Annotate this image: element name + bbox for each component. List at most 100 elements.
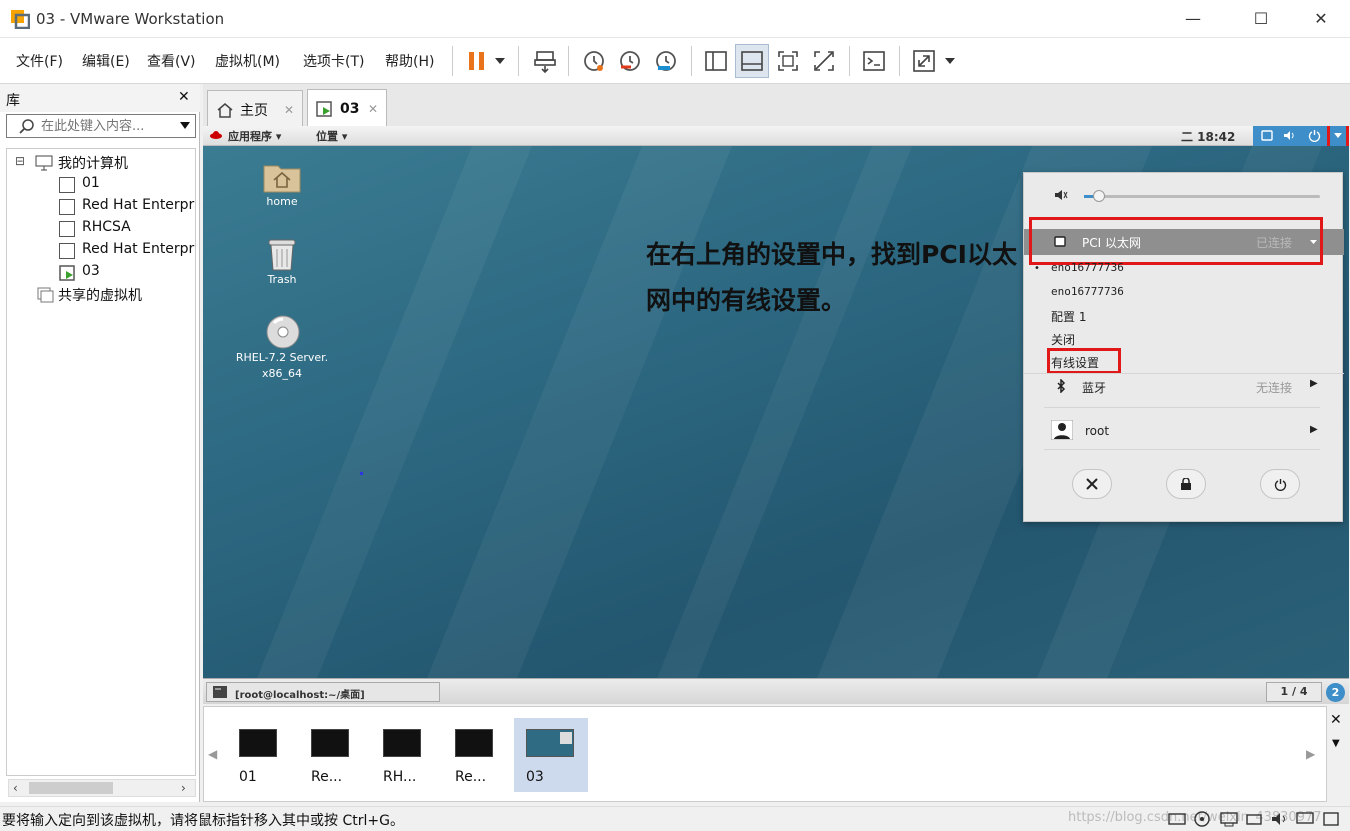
thumbnail-redhat-1[interactable]: Re...: [309, 727, 381, 797]
tree-shared-vms[interactable]: 共享的虚拟机: [58, 285, 142, 305]
thumbnail-label: RH...: [383, 769, 417, 785]
menu-help[interactable]: 帮助(H): [385, 51, 434, 71]
usb-icon[interactable]: [1245, 811, 1263, 827]
shared-vms-icon: [37, 287, 54, 303]
vm-screen[interactable]: 应用程序 ▾ 位置 ▾ 二 18:42 home Trash RHEL-7.2 …: [203, 126, 1349, 704]
tab-home[interactable]: 主页 ✕: [207, 90, 303, 128]
tree-vm-03[interactable]: 03: [82, 263, 100, 279]
desktop-icon-home[interactable]: home: [222, 160, 342, 210]
menu-edit[interactable]: 编辑(E): [82, 51, 130, 71]
mouse-dot: [360, 472, 363, 475]
scrollbar-thumb[interactable]: [29, 782, 113, 794]
tab-03[interactable]: 03 ✕: [307, 89, 387, 128]
folder-home-icon: [263, 165, 301, 193]
thumbnail-preview: [526, 729, 574, 757]
workspace-indicator[interactable]: 1 / 4: [1266, 682, 1322, 702]
tab-home-label: 主页: [240, 102, 268, 119]
desktop-icon-dvd[interactable]: RHEL-7.2 Server. x86_64: [222, 314, 342, 382]
thumb-scroll-right-icon[interactable]: ▶: [1306, 747, 1315, 761]
tree-my-computer[interactable]: 我的计算机: [58, 153, 128, 173]
suspend-button[interactable]: [460, 44, 494, 78]
library-search[interactable]: [6, 114, 196, 138]
stretch-guest-button[interactable]: [907, 44, 941, 78]
snapshot-manager-button[interactable]: [649, 44, 683, 78]
notification-badge[interactable]: 2: [1326, 683, 1345, 702]
power-off-button[interactable]: [1260, 469, 1300, 499]
settings-tools-icon: [1086, 478, 1098, 490]
search-dropdown-icon[interactable]: [180, 122, 190, 129]
interface-item-1[interactable]: eno16777736: [1051, 261, 1124, 274]
revert-snapshot-button[interactable]: [613, 44, 647, 78]
desktop-icon-label: home: [266, 195, 298, 208]
full-screen-button[interactable]: [771, 44, 805, 78]
menu-tabs[interactable]: 选项卡(T): [303, 51, 364, 71]
scroll-right-icon[interactable]: ›: [181, 781, 186, 795]
applications-menu[interactable]: 应用程序 ▾: [228, 128, 281, 144]
power-dropdown[interactable]: [490, 44, 510, 78]
library-search-input[interactable]: [41, 116, 171, 136]
library-title: 库: [6, 93, 20, 109]
sidebar-layout-icon: [705, 51, 727, 71]
menu-file[interactable]: 文件(F): [16, 51, 63, 71]
thumb-scroll-left-icon[interactable]: ◀: [208, 747, 217, 761]
tab-home-close[interactable]: ✕: [284, 103, 294, 117]
pause-icon: [469, 52, 484, 70]
settings-button[interactable]: [1072, 469, 1112, 499]
cd-drive-icon[interactable]: [1194, 811, 1210, 827]
status-menu-button[interactable]: [1253, 126, 1349, 150]
volume-slider-handle[interactable]: [1093, 190, 1105, 202]
fullscreen-status-icon[interactable]: [1322, 811, 1340, 827]
thumbnail-bar-close-icon[interactable]: ✕: [1330, 712, 1342, 728]
guest-desktop[interactable]: home Trash RHEL-7.2 Server. x86_64 在右上角的…: [203, 146, 1349, 686]
minimize-button[interactable]: —: [1170, 0, 1216, 38]
lock-button[interactable]: [1166, 469, 1206, 499]
maximize-button[interactable]: ☐: [1238, 0, 1284, 38]
gnome-clock[interactable]: 二 18:42: [1181, 128, 1235, 145]
tree-vm-rhcsa[interactable]: RHCSA: [82, 219, 131, 235]
places-menu[interactable]: 位置 ▾: [316, 128, 347, 144]
thumbnail-preview-menu: [560, 732, 572, 744]
wired-settings-highlight-box: [1047, 348, 1121, 374]
desktop-icon-label: RHEL-7.2 Server.: [235, 351, 329, 364]
snapshot-button[interactable]: [577, 44, 611, 78]
close-button[interactable]: ✕: [1298, 0, 1344, 38]
desktop-icon-trash[interactable]: Trash: [222, 236, 342, 288]
taskbar-terminal-item[interactable]: [root@localhost:~/桌面]: [206, 682, 440, 702]
network-adapter-icon[interactable]: [1220, 811, 1238, 827]
unity-mode-button[interactable]: [807, 44, 841, 78]
user-menu-item[interactable]: root: [1085, 424, 1109, 438]
display-icon[interactable]: [1296, 811, 1314, 827]
tree-vm-redhat-2[interactable]: Red Hat Enterpr: [82, 241, 194, 257]
library-horizontal-scrollbar[interactable]: ‹ ›: [8, 779, 196, 797]
hard-disk-icon[interactable]: [1168, 811, 1186, 827]
caret-down-icon: [1334, 133, 1342, 138]
show-library-button[interactable]: [699, 44, 733, 78]
sound-icon[interactable]: [1270, 811, 1288, 827]
stretch-dropdown[interactable]: [940, 44, 960, 78]
vm-icon: [59, 221, 75, 237]
thumbnail-bar-menu-icon[interactable]: ▼: [1332, 738, 1340, 749]
thumbnail-rhcsa[interactable]: RH...: [381, 727, 453, 797]
send-ctrl-alt-del-button[interactable]: [528, 44, 562, 78]
menu-view[interactable]: 查看(V): [147, 51, 196, 71]
toolbar-separator: [899, 46, 900, 76]
library-close-button[interactable]: ✕: [178, 89, 190, 105]
tree-expander[interactable]: ⊟: [15, 154, 25, 168]
interface-item-2[interactable]: eno16777736: [1051, 285, 1124, 298]
bluetooth-label[interactable]: 蓝牙: [1082, 379, 1106, 396]
thumbnail-preview: [455, 729, 493, 757]
thumbnail-03-selected[interactable]: 03: [514, 718, 588, 792]
volume-slider[interactable]: [1084, 190, 1320, 202]
tab-03-close[interactable]: ✕: [368, 102, 378, 116]
redhat-logo-icon: [210, 131, 222, 139]
tab-03-label: 03: [340, 101, 360, 117]
show-thumbnail-bar-button[interactable]: [735, 44, 769, 78]
menu-vm[interactable]: 虚拟机(M): [215, 51, 280, 71]
tree-vm-01[interactable]: 01: [82, 175, 100, 191]
tree-vm-redhat-1[interactable]: Red Hat Enterpr: [82, 197, 194, 213]
turn-off-item[interactable]: 关闭: [1051, 331, 1075, 348]
console-view-button[interactable]: [857, 44, 891, 78]
scroll-left-icon[interactable]: ‹: [13, 781, 18, 795]
profile-item[interactable]: 配置 1: [1051, 308, 1086, 325]
thumbnail-01[interactable]: 01: [237, 727, 309, 797]
